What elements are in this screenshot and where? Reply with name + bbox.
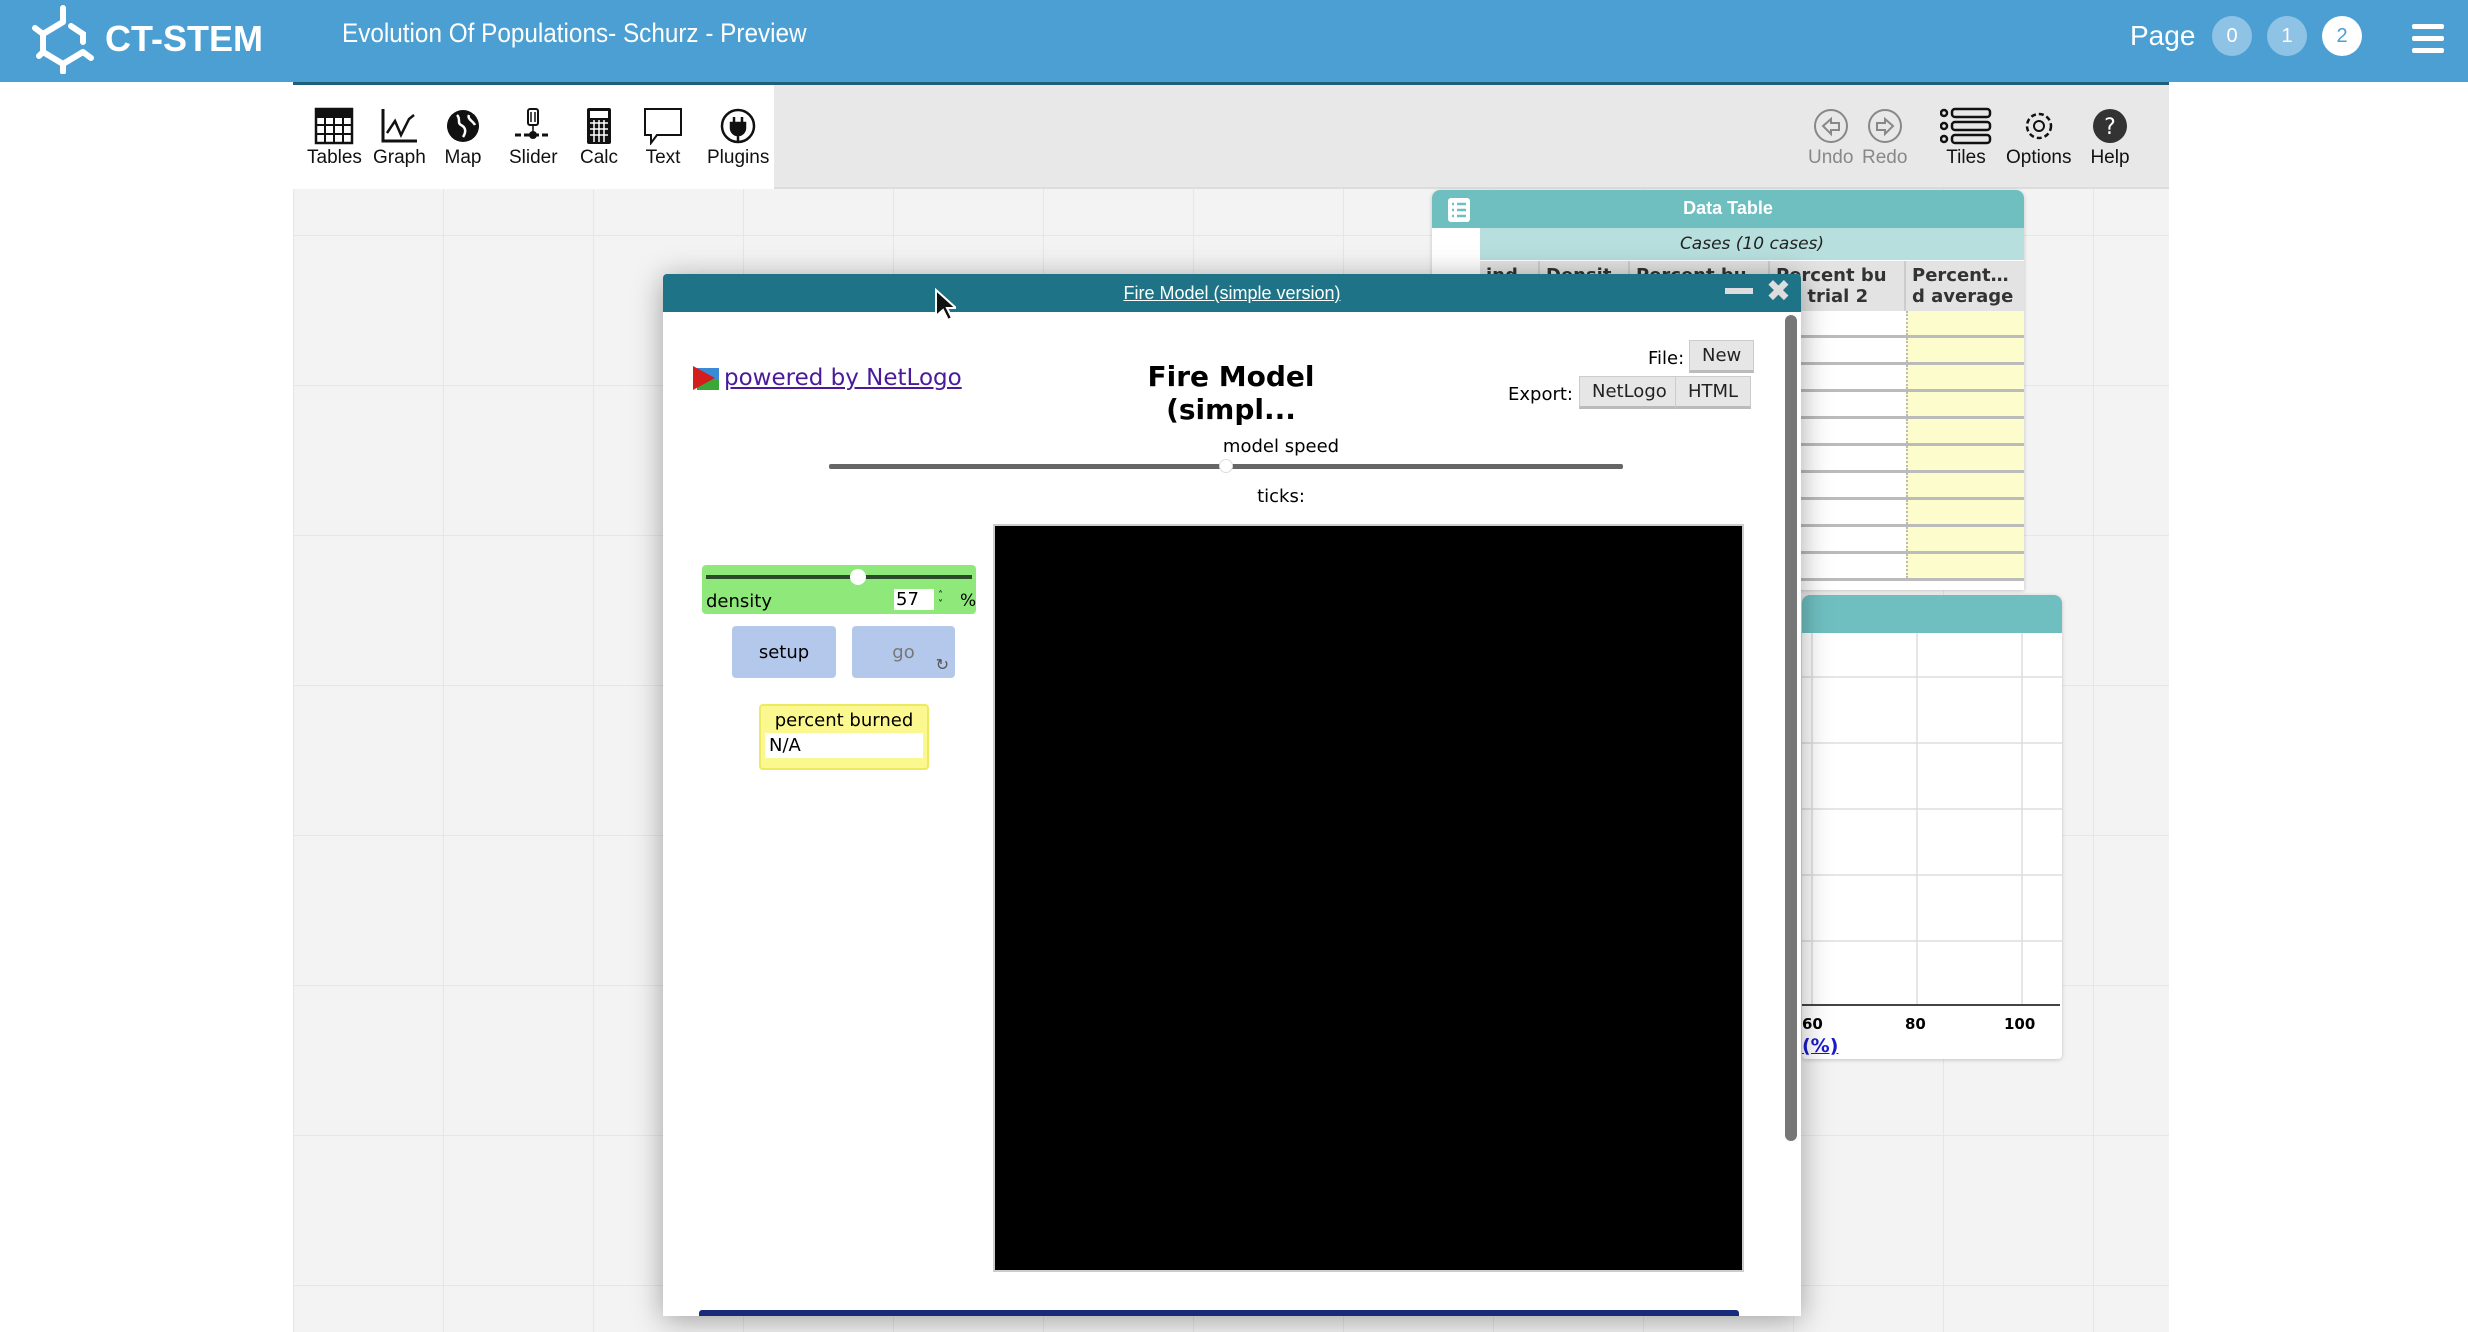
- export-label: Export:: [1508, 384, 1573, 405]
- slider-icon: [515, 108, 552, 139]
- ct-stem-logo[interactable]: CT-STEM: [31, 4, 263, 74]
- slider-tool[interactable]: Slider: [509, 107, 558, 169]
- table-cell[interactable]: [1906, 554, 2024, 578]
- undo-button[interactable]: Undo: [1808, 107, 1853, 169]
- netlogo-logo-icon: [693, 366, 719, 390]
- graph-tool[interactable]: Graph: [373, 107, 426, 169]
- x-tick-label: 60: [1802, 1015, 1823, 1033]
- globe-icon: [447, 110, 479, 142]
- export-html-button[interactable]: HTML: [1675, 376, 1752, 409]
- calculator-icon: [587, 108, 611, 144]
- stepper-icon[interactable]: ˄ ˅: [938, 591, 943, 610]
- bottom-edge: [699, 1310, 1739, 1316]
- export-netlogo-button[interactable]: NetLogo: [1579, 376, 1680, 409]
- page-0-button[interactable]: 0: [2212, 16, 2252, 56]
- new-button[interactable]: New: [1689, 340, 1755, 373]
- map-tool[interactable]: Map: [443, 107, 483, 169]
- table-cell[interactable]: [1906, 338, 2024, 362]
- forever-icon: ↻: [935, 655, 949, 674]
- density-label: density: [706, 591, 772, 612]
- file-label: File:: [1648, 348, 1685, 369]
- table-cell[interactable]: [1906, 311, 2024, 335]
- close-icon[interactable]: ✖: [1766, 274, 1791, 309]
- options-button[interactable]: Options: [2006, 107, 2071, 169]
- redo-icon: [1867, 109, 1902, 143]
- go-button[interactable]: go ↻: [852, 626, 955, 678]
- x-axis-label[interactable]: (%): [1802, 1035, 1838, 1057]
- tiles-list-icon: [1940, 107, 1992, 145]
- document-title: Evolution Of Populations- Schurz - Previ…: [342, 18, 807, 48]
- powered-by-netlogo-link[interactable]: powered by NetLogo: [693, 364, 962, 392]
- speech-bubble-icon: [644, 108, 682, 145]
- cases-header: Cases (10 cases): [1480, 228, 2024, 260]
- help-icon: ?: [2093, 109, 2127, 143]
- netlogo-world-view[interactable]: [993, 524, 1744, 1272]
- svg-text:?: ?: [2104, 115, 2116, 140]
- help-button[interactable]: ? Help: [2090, 107, 2130, 169]
- table-cell[interactable]: [1906, 500, 2024, 524]
- calc-tool[interactable]: Calc: [579, 107, 619, 169]
- density-slider-thumb[interactable]: [849, 569, 866, 585]
- model-speed-label: model speed: [1222, 436, 1340, 457]
- monitor-value: N/A: [765, 733, 923, 758]
- table-cell[interactable]: [1906, 365, 2024, 389]
- percent-burned-monitor: percent burned N/A: [759, 704, 929, 770]
- table-list-icon: [1448, 198, 1470, 222]
- monitor-label: percent burned: [774, 710, 914, 731]
- graph-icon: [381, 109, 418, 143]
- tables-tool[interactable]: Tables: [307, 107, 362, 169]
- table-cell[interactable]: [1906, 419, 2024, 443]
- undo-icon: [1813, 109, 1848, 143]
- app-header: CT-STEM Evolution Of Populations- Schurz…: [0, 0, 2468, 82]
- menu-icon[interactable]: [2412, 24, 2444, 60]
- redo-button[interactable]: Redo: [1862, 107, 1907, 169]
- graph-plot: [1802, 633, 2062, 1006]
- data-table-titlebar[interactable]: Data Table: [1432, 190, 2024, 228]
- mouse-cursor-icon: [935, 288, 956, 322]
- graph-titlebar[interactable]: [1802, 595, 2062, 633]
- density-unit: %: [960, 591, 977, 611]
- table-cell[interactable]: [1906, 392, 2024, 416]
- table-cell[interactable]: [1906, 527, 2024, 551]
- tiles-button[interactable]: Tiles: [1940, 107, 1992, 169]
- table-icon: [315, 107, 354, 145]
- ct-stem-logo-icon: [32, 5, 94, 74]
- page-label: Page: [2130, 20, 2196, 51]
- ticks-label: ticks:: [1257, 486, 1305, 507]
- plug-icon: [720, 108, 756, 144]
- window-titlebar[interactable]: Fire Model (simple version): [663, 274, 1801, 312]
- page-1-button[interactable]: 1: [2267, 16, 2307, 56]
- gear-icon: [2025, 112, 2052, 140]
- slider-thumb[interactable]: [1219, 459, 1233, 473]
- density-slider[interactable]: density 57 ˄ ˅ %: [702, 565, 976, 614]
- toolbar-tools: Tables Graph Map Slider Calc Text Plugin…: [293, 85, 774, 189]
- page-2-button[interactable]: 2: [2322, 16, 2362, 56]
- table-cell[interactable]: [1906, 473, 2024, 497]
- scrollbar[interactable]: [1785, 315, 1797, 1141]
- x-tick-label: 100: [2004, 1015, 2036, 1033]
- column-header[interactable]: Percent… d average: [1906, 261, 2024, 311]
- text-tool[interactable]: Text: [643, 107, 683, 169]
- setup-button[interactable]: setup: [732, 626, 836, 678]
- model-speed-slider[interactable]: [829, 459, 1623, 473]
- model-title: Fire Model (simpl...: [1147, 360, 1315, 426]
- minimize-icon[interactable]: [1725, 288, 1753, 294]
- density-value-input[interactable]: 57: [894, 589, 934, 610]
- graph-tile[interactable]: 60 80 100 (%): [1802, 595, 2062, 1059]
- x-tick-label: 80: [1905, 1015, 1926, 1033]
- table-cell[interactable]: [1906, 446, 2024, 470]
- plugins-tool[interactable]: Plugins: [707, 107, 769, 169]
- fire-model-window[interactable]: Fire Model (simple version) ✖ powered by…: [663, 274, 1801, 1316]
